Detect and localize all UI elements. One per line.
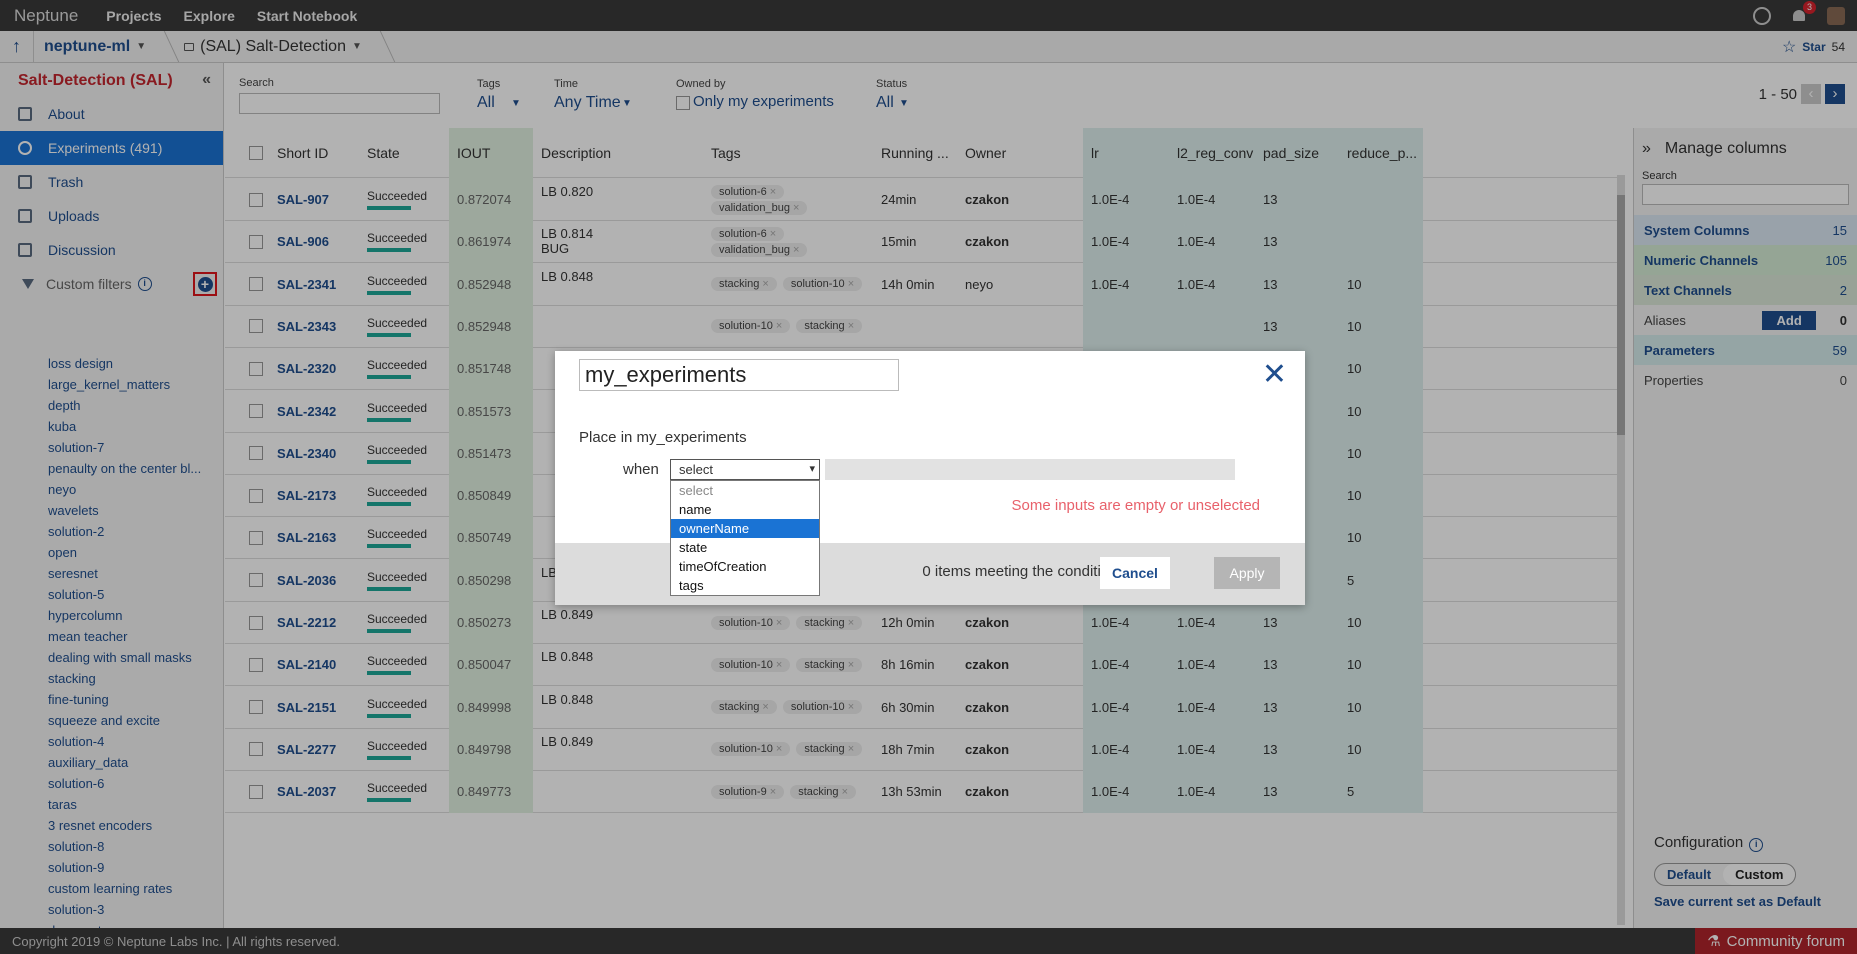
condition-field-options: select name ownerName state timeOfCreation ta… — [670, 480, 820, 596]
custom-filter-dialog: my_experiments ✕ Place in my_experiments… — [555, 351, 1305, 605]
place-label: Place in my_experiments — [579, 429, 747, 446]
cancel-button[interactable]: Cancel — [1100, 557, 1170, 589]
dialog-footer: 0 items meeting the conditions Cancel Ap… — [555, 543, 1305, 605]
condition-field-select[interactable]: select — [670, 459, 820, 480]
close-icon[interactable]: ✕ — [1262, 360, 1287, 390]
matching-count: 0 items meeting the conditions — [922, 563, 1125, 580]
dropdown-option-select[interactable]: select — [671, 481, 819, 500]
filter-name-input[interactable]: my_experiments — [579, 359, 899, 391]
dropdown-option-name[interactable]: name — [671, 500, 819, 519]
dropdown-option-ownername[interactable]: ownerName — [671, 519, 819, 538]
dropdown-option-timeofcreation[interactable]: timeOfCreation — [671, 557, 819, 576]
when-label: when — [623, 461, 659, 478]
dropdown-option-state[interactable]: state — [671, 538, 819, 557]
dropdown-option-tags[interactable]: tags — [671, 576, 819, 595]
apply-button[interactable]: Apply — [1214, 557, 1280, 589]
validation-error: Some inputs are empty or unselected — [1011, 497, 1260, 514]
condition-value-input[interactable] — [825, 459, 1235, 480]
